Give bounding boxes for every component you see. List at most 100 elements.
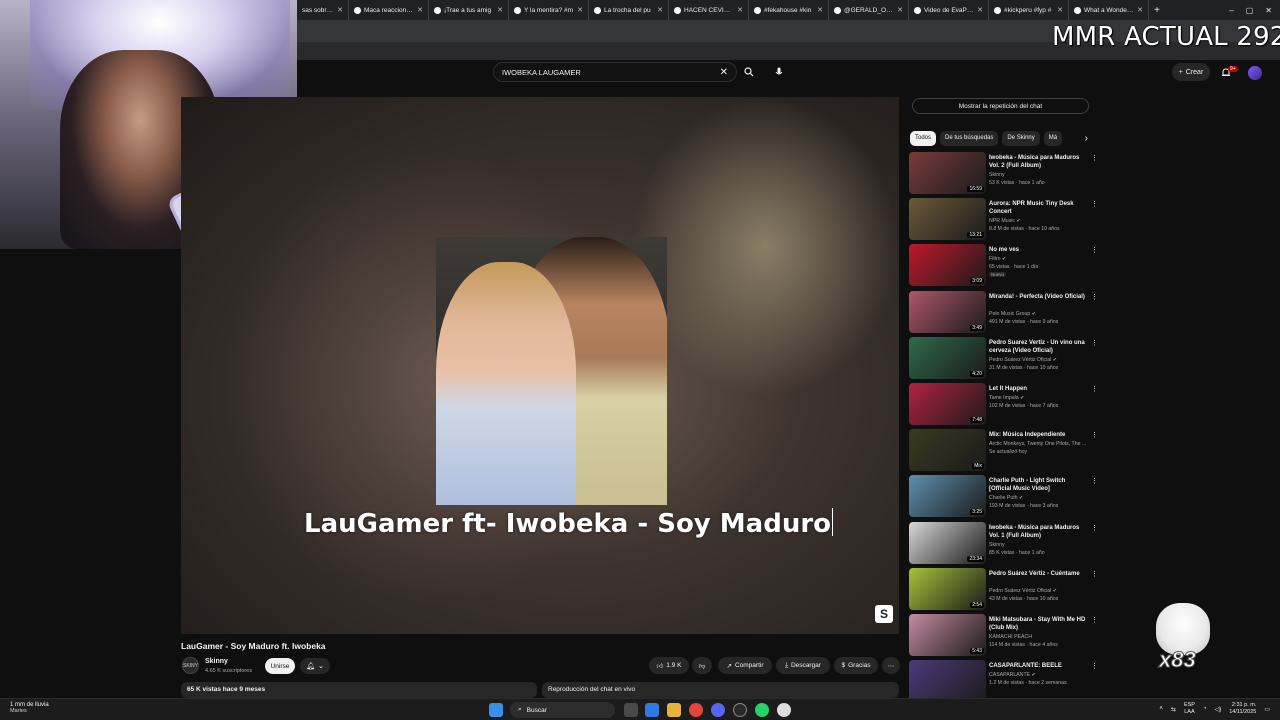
recommendation-item[interactable]: 3:09 No me ves Filtro ✔︎ 65 vistas · hace 1… [909,244,1098,290]
recommendation-channel[interactable]: Pedro Suárez Vértiz Oficial ✔︎ [989,588,1057,594]
more-vertical-icon[interactable]: ⋮ [1091,200,1098,208]
close-tab-icon[interactable]: ✕ [737,6,743,14]
filter-chip[interactable]: De tus búsquedas [940,130,999,146]
new-tab-button[interactable]: + [1149,5,1165,16]
more-vertical-icon[interactable]: ⋮ [1091,431,1098,439]
clear-search-icon[interactable]: ✕ [720,67,728,78]
recommendation-item[interactable]: 7:48 Let It Happen Tame Impala ✔︎ 102 M de … [909,382,1098,429]
join-button[interactable]: Unirse [265,658,295,674]
recommendation-channel[interactable]: NPR Music ✔︎ [989,218,1021,224]
start-menu-icon[interactable] [489,703,503,717]
close-tab-icon[interactable]: ✕ [1057,6,1063,14]
video-thumbnail[interactable]: 2:54 [909,567,986,610]
recommendation-title[interactable]: Iwobeka - Música para Maduros Vol. 1 (Fu… [989,524,1087,540]
channel-name[interactable]: Skinny [205,658,228,665]
video-thumbnail[interactable]: Mix [909,429,986,472]
video-player[interactable]: LauGamer ft- Iwobeka - Soy Maduro S [181,97,899,634]
browser-tab[interactable]: Y la mentira? #m ✕ [509,0,589,20]
browser-tab[interactable]: @GERALD_ORO ✕ [829,0,909,20]
more-vertical-icon[interactable]: ⋮ [1091,616,1098,624]
channel-watermark-icon[interactable]: S [875,605,893,623]
video-thumbnail[interactable]: 4:20 [909,336,986,379]
browser-tab[interactable]: La trocha del pu ✕ [589,0,669,20]
file-explorer-icon[interactable] [667,703,681,717]
close-tab-icon[interactable]: ✕ [657,6,663,14]
weather-widget[interactable]: 1 mm de lluvia Martes [10,702,49,714]
more-vertical-icon[interactable]: ⋮ [1091,570,1098,578]
close-tab-icon[interactable]: ✕ [577,6,583,14]
video-thumbnail[interactable] [909,660,986,703]
more-vertical-icon[interactable]: ⋮ [1091,477,1098,485]
microphone-icon[interactable] [769,62,789,82]
edge-icon[interactable] [645,703,659,717]
maximize-button[interactable]: ▢ [1246,6,1254,15]
language-indicator[interactable]: ESP LAA [1184,702,1195,716]
whatsapp-icon[interactable] [755,703,769,717]
search-icon[interactable] [739,62,759,82]
close-tab-icon[interactable]: ✕ [497,6,503,14]
like-button[interactable]: 👍︎ 1.9 K [649,657,689,674]
recommendation-item[interactable]: 5:43 Miki Matsubara - Stay With Me HD (Cl… [909,613,1098,660]
video-thumbnail[interactable]: 13:21 [909,198,986,241]
recommendation-item[interactable]: 4:20 Pedro Suarez Vertiz - Un vino una ce… [909,336,1098,383]
video-thumbnail[interactable]: 3:49 [909,290,986,333]
close-tab-icon[interactable]: ✕ [337,6,343,14]
recommendation-channel[interactable]: Tame Impala ✔︎ [989,395,1025,401]
recommendation-channel[interactable]: Pelo Music Group ✔︎ [989,311,1036,317]
browser-tab[interactable]: sas sobre m ✕ [297,0,349,20]
recommendation-item[interactable]: 13:21 Aurora: NPR Music Tiny Desk Concert… [909,198,1098,244]
close-tab-icon[interactable]: ✕ [1137,6,1143,14]
filter-chip[interactable]: Todos [910,130,937,146]
recommendation-title[interactable]: Charlie Puth - Light Switch [Official Mu… [989,477,1087,493]
obs-icon[interactable] [733,703,747,717]
video-thumbnail[interactable]: 5:43 [909,613,986,656]
show-chat-replay-button[interactable]: Mostrar la repetición del chat [912,98,1089,114]
recommendation-channel[interactable]: Skinny [989,542,1005,548]
close-tab-icon[interactable]: ✕ [897,6,903,14]
recommendation-channel[interactable]: KAMACHI PEACH [989,634,1032,640]
recommendation-item[interactable]: Mix Mix: Música Independiente Arctic Monke… [909,429,1098,475]
recommendation-channel[interactable]: CASAPARLANTE ✔︎ [989,672,1036,678]
recommendation-title[interactable]: Mix: Música Independiente [989,431,1087,439]
recommendation-channel[interactable]: Arctic Monkeys, Twenty One Pilots, The .… [989,441,1086,447]
recommendation-channel[interactable]: Charlie Puth ✔︎ [989,495,1023,501]
create-button[interactable]: + Crear [1172,63,1210,81]
browser-tab[interactable]: HACEN CEVICHE ✕ [669,0,749,20]
thanks-button[interactable]: $ Gracias [834,657,878,674]
browser-tab[interactable]: Video de EvaPart ✕ [909,0,989,20]
video-thumbnail[interactable]: 3:09 [909,244,986,287]
browser-tab[interactable]: #fekahouse #kin ✕ [749,0,829,20]
chevron-up-icon[interactable]: ˄ [1159,706,1163,712]
task-view-icon[interactable] [624,703,638,717]
recommendation-item[interactable]: 3:49 Miranda! - Perfecta (Video Oficial) P… [909,290,1098,337]
more-vertical-icon[interactable]: ⋮ [1091,293,1098,301]
video-thumbnail[interactable]: 3:25 [909,475,986,518]
browser-tab[interactable]: ¡Trae a tus amig ✕ [429,0,509,20]
clock[interactable]: 2:31 p. m. 14/11/2025 [1229,702,1256,716]
recommendation-title[interactable]: Aurora: NPR Music Tiny Desk Concert [989,200,1087,216]
subscription-bell-button[interactable]: 🔔︎ ⌄ [300,658,330,674]
discord-icon[interactable] [711,703,725,717]
chevron-right-icon[interactable]: › [1083,133,1088,144]
close-window-button[interactable]: ✕ [1265,6,1272,15]
recommendation-channel[interactable]: Pedro Suárez Vértiz Oficial ✔︎ [989,357,1057,363]
close-tab-icon[interactable]: ✕ [817,6,823,14]
recommendation-title[interactable]: CASAPARLANTE: BEÉLE [989,662,1087,670]
close-tab-icon[interactable]: ✕ [977,6,983,14]
recommendation-channel[interactable]: Skinny [989,172,1005,178]
recommendation-item[interactable]: 23:34 Iwobeka - Música para Maduros Vol. … [909,521,1098,568]
description-box[interactable]: 65 K vistas hace 9 meses [181,682,537,698]
recommendation-item[interactable]: 2:54 Pedro Suárez Vértiz - Cuéntame Pedro … [909,567,1098,614]
recommendation-item[interactable]: 3:25 Charlie Puth - Light Switch [Officia… [909,475,1098,521]
video-thumbnail[interactable]: 16:59 [909,152,986,194]
volume-icon[interactable]: ◁) [1215,706,1222,713]
recommendation-channel[interactable]: Filtro ✔︎ [989,256,1006,262]
filter-chip[interactable]: De Skinny [1002,130,1040,146]
recommendation-item[interactable]: 16:59 Iwobeka - Música para Maduros Vol. … [909,152,1098,198]
app-icon[interactable] [777,703,791,717]
more-vertical-icon[interactable]: ⋮ [1091,339,1098,347]
filter-chip[interactable]: Má [1043,130,1063,146]
recommendation-title[interactable]: Miranda! - Perfecta (Video Oficial) [989,293,1087,301]
more-vertical-icon[interactable]: ⋮ [1091,154,1098,162]
recommendation-title[interactable]: Iwobeka - Música para Maduros Vol. 2 (Fu… [989,154,1087,170]
